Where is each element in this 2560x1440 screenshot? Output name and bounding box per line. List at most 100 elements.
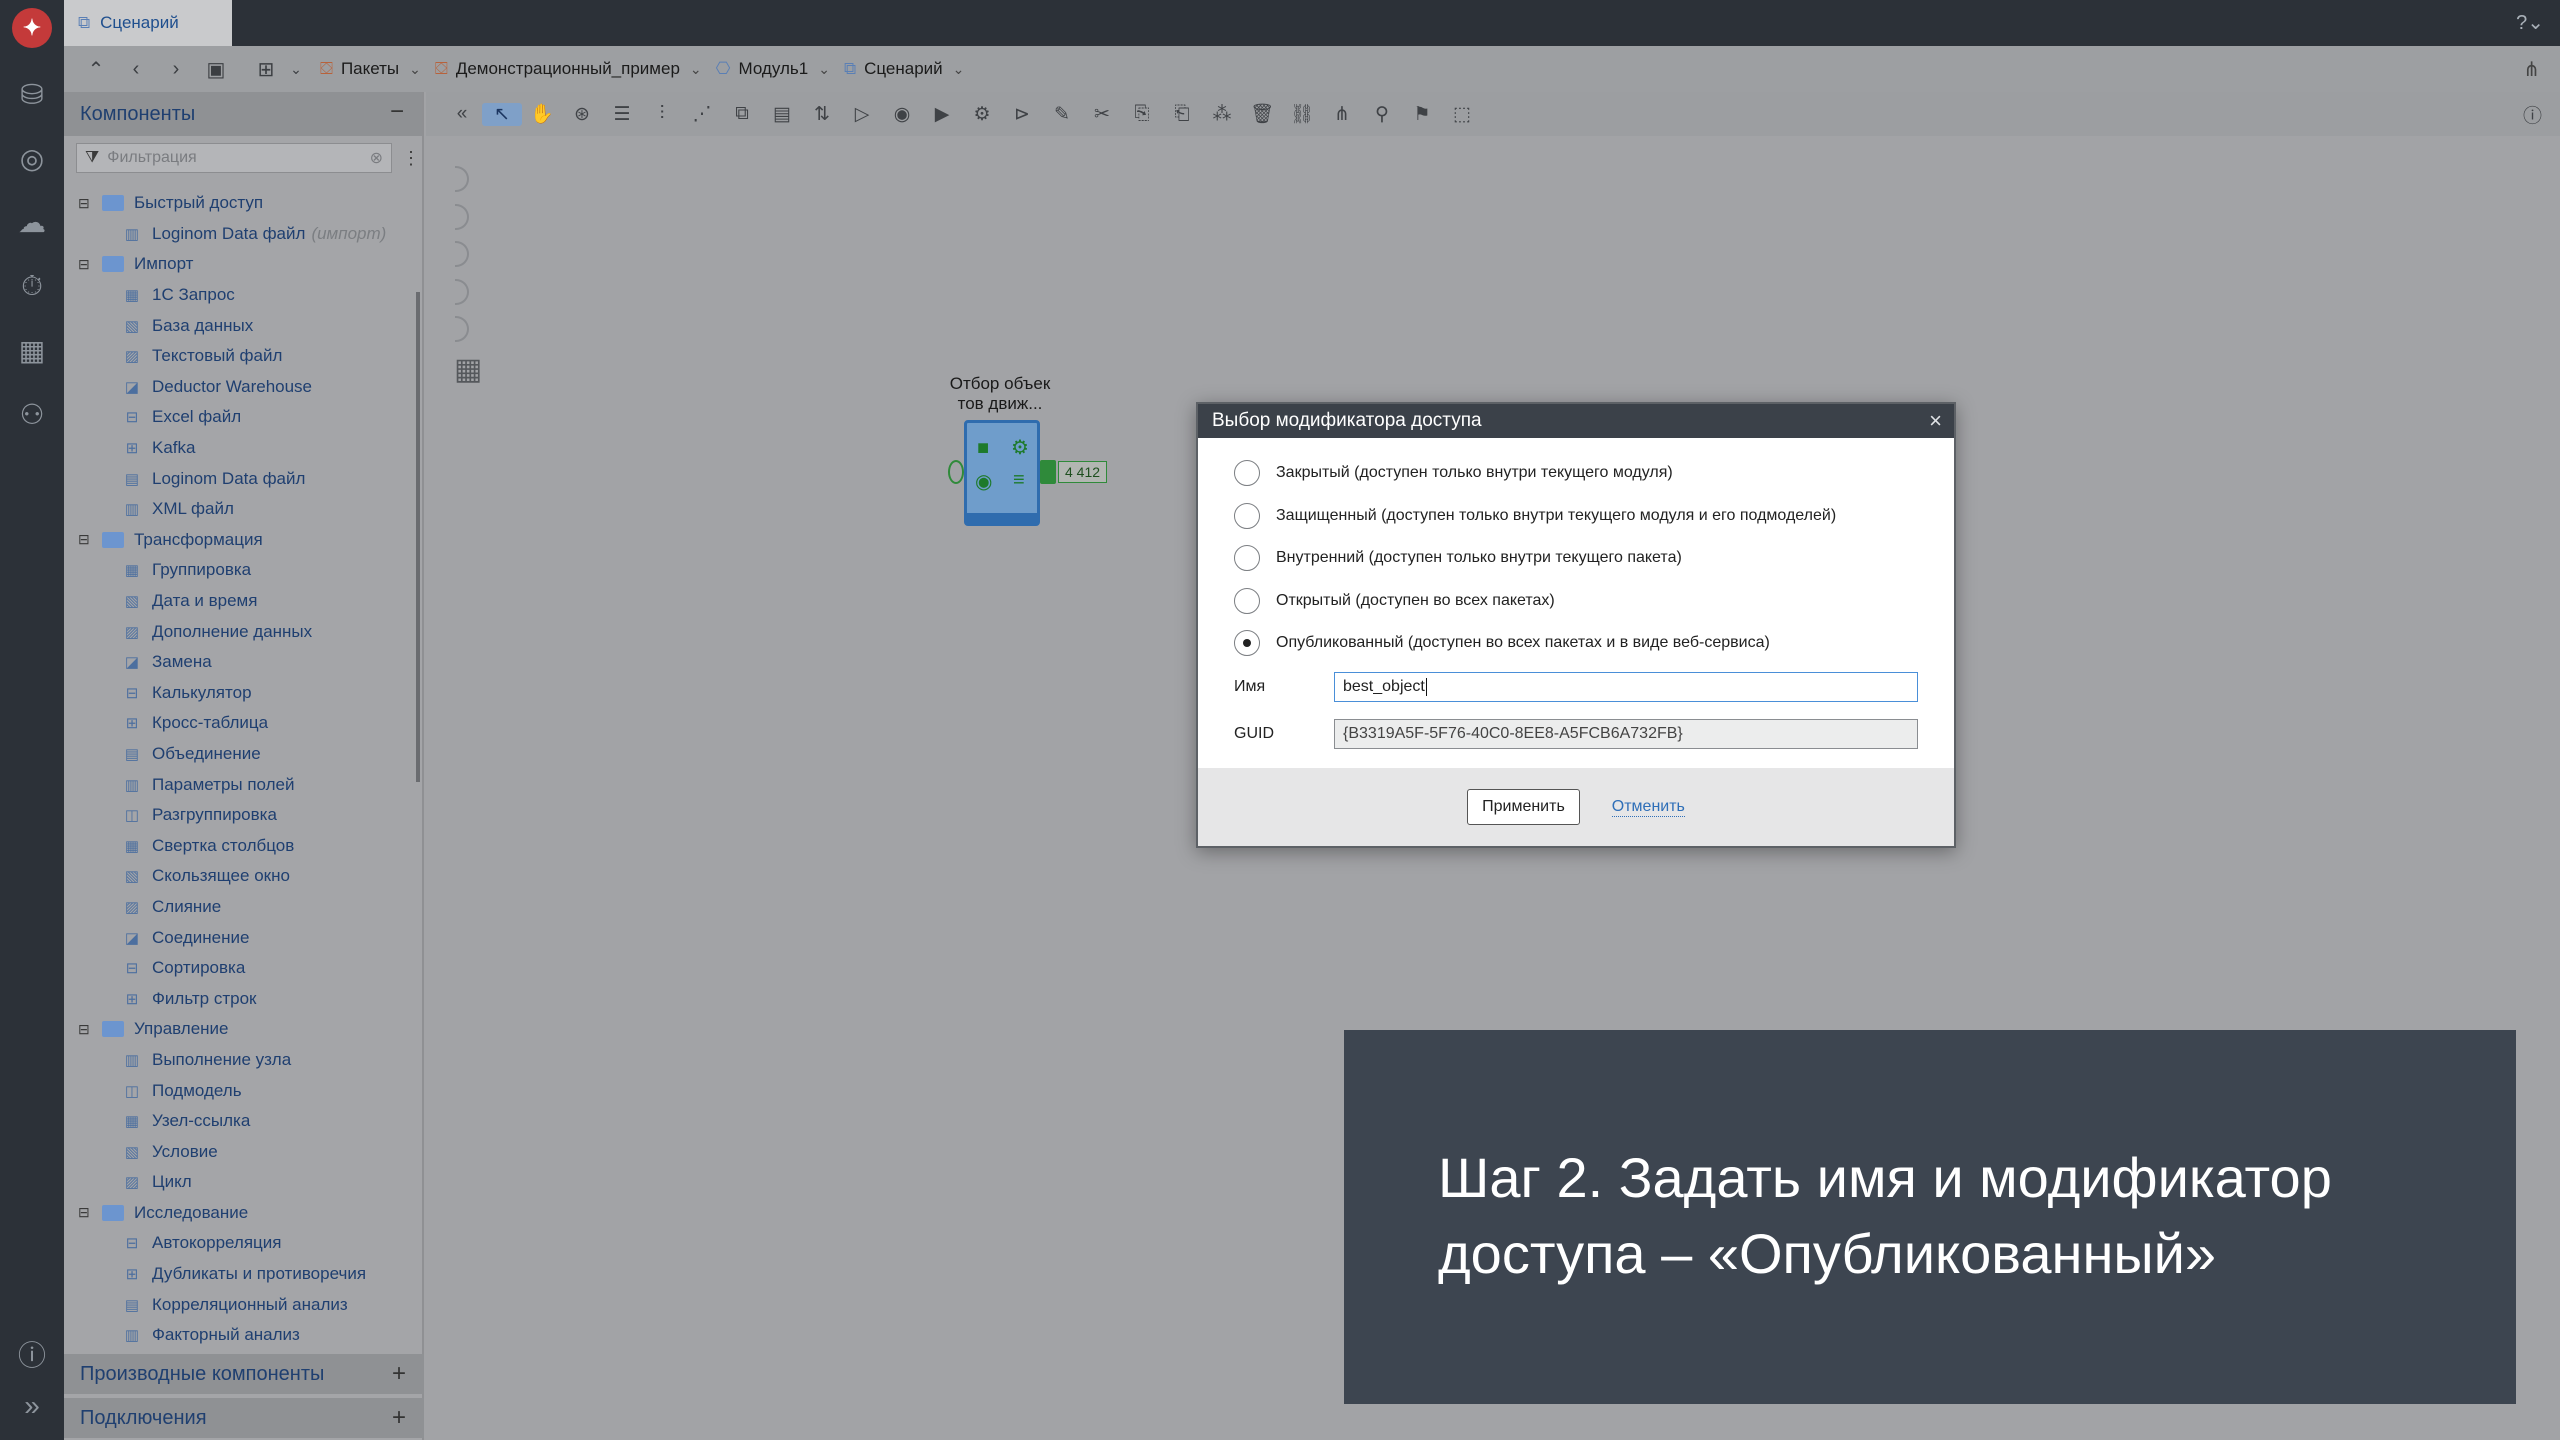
tree-item[interactable]: ⊞ Фильтр строк	[64, 983, 404, 1014]
expand-toggle-icon[interactable]: ⊟	[78, 256, 96, 273]
tree-item[interactable]: ▧ Дата и время	[64, 586, 404, 617]
access-option[interactable]: Внутренний (доступен только внутри текущ…	[1234, 537, 1954, 580]
more-options-icon[interactable]: ⋮	[402, 148, 420, 169]
settings-icon[interactable]: ⚙	[962, 103, 1002, 126]
tree-item[interactable]: ▥ Параметры полей	[64, 769, 404, 800]
access-option[interactable]: Закрытый (доступен только внутри текущег…	[1234, 452, 1954, 495]
branch-icon[interactable]: ⋔	[1322, 103, 1362, 126]
layers-icon[interactable]: ⧉	[722, 103, 762, 125]
tree-item[interactable]: ⊞ Кросс-таблица	[64, 708, 404, 739]
tree-item[interactable]: ⊟ Сортировка	[64, 953, 404, 984]
collapse-panel-icon[interactable]: «	[442, 103, 482, 125]
add-icon[interactable]: +	[392, 1360, 406, 1388]
tree-item[interactable]: ▨ Дополнение данных	[64, 616, 404, 647]
grid-icon[interactable]: ▦	[454, 352, 482, 387]
cut-icon[interactable]: ✂	[1082, 103, 1122, 126]
frame-icon[interactable]: ⬚	[1442, 103, 1482, 126]
tree-item[interactable]: ▨ Цикл	[64, 1167, 404, 1198]
distribute-icon[interactable]: ⋰	[682, 103, 722, 126]
tree-item[interactable]: ⊟ Калькулятор	[64, 678, 404, 709]
hand-tool-icon[interactable]: ✋	[522, 102, 562, 126]
tree-item[interactable]: ▧ Скользящее окно	[64, 861, 404, 892]
tab-scenario[interactable]: ⧉ Сценарий	[64, 0, 232, 46]
tree-item[interactable]: ▤ Объединение	[64, 739, 404, 770]
expand-toggle-icon[interactable]: ⊟	[78, 195, 96, 212]
compass-icon[interactable]: ◎	[14, 140, 50, 176]
radio-button[interactable]	[1234, 630, 1260, 657]
add-icon[interactable]: +	[392, 1404, 406, 1432]
tree-item[interactable]: ▥ XML файл	[64, 494, 404, 525]
access-option[interactable]: Опубликованный (доступен во всех пакетах…	[1234, 622, 1954, 665]
breadcrumb-item-scenario[interactable]: ⧉ Сценарий ⌄	[844, 59, 964, 79]
forward-icon[interactable]: ›	[156, 58, 196, 81]
back-icon[interactable]: ‹	[116, 58, 156, 81]
tree-item[interactable]: ▥ Loginom Data файл (импорт)	[64, 219, 404, 250]
tree-item[interactable]: ◪ Соединение	[64, 922, 404, 953]
share-icon[interactable]: ⋔	[2523, 57, 2540, 82]
tree-scrollbar[interactable]	[416, 292, 420, 782]
filter-input[interactable]: ⧩ Фильтрация ⊗	[76, 143, 392, 173]
cancel-link[interactable]: Отменить	[1611, 798, 1685, 817]
sort-icon[interactable]: ⇅	[802, 103, 842, 126]
step-icon[interactable]: ▷	[842, 103, 882, 126]
breadcrumb-item-package[interactable]: ⛋ Демонстрационный_пример ⌄	[435, 59, 702, 79]
paste-icon[interactable]: ⎗	[1162, 103, 1202, 125]
components-panel-header[interactable]: Компоненты −	[64, 92, 422, 136]
tree-item[interactable]: ▨ Текстовый файл	[64, 341, 404, 372]
table-icon[interactable]: ▦	[14, 332, 50, 368]
radio-button[interactable]	[1234, 502, 1260, 529]
cloud-icon[interactable]: ☁	[14, 204, 50, 240]
link-tool-icon[interactable]: ⊛	[562, 103, 602, 126]
pointer-tool-icon[interactable]: ↖	[482, 102, 522, 126]
tree-item[interactable]: ▥ Факторный анализ	[64, 1320, 404, 1351]
radio-button[interactable]	[1234, 587, 1260, 614]
tree-group[interactable]: ⊟ Трансформация	[64, 525, 404, 556]
tree-item[interactable]: ▥ Выполнение узла	[64, 1045, 404, 1076]
edit-icon[interactable]: ✎	[1042, 103, 1082, 126]
tree-group[interactable]: ⊟ Быстрый доступ	[64, 188, 404, 219]
radio-button[interactable]	[1234, 545, 1260, 572]
tree-item[interactable]: ▧ База данных	[64, 310, 404, 341]
breadcrumb-item-module[interactable]: ⎔ Модуль1 ⌄	[716, 59, 830, 79]
tree-item[interactable]: ▦ Группировка	[64, 555, 404, 586]
app-logo-icon[interactable]: ✦	[12, 8, 52, 48]
info-icon[interactable]: ⓘ	[2523, 101, 2542, 128]
expand-toggle-icon[interactable]: ⊟	[78, 1204, 96, 1221]
close-icon[interactable]: ×	[1929, 408, 1942, 434]
link-icon[interactable]: ⛓	[1282, 102, 1322, 126]
clear-icon[interactable]: ⊗	[370, 148, 383, 168]
tree-item[interactable]: ▤ Loginom Data файл	[64, 463, 404, 494]
tree-item[interactable]: ◫ Подмодель	[64, 1075, 404, 1106]
tree-item[interactable]: ⊟ Excel файл	[64, 402, 404, 433]
save-icon[interactable]: ▣	[196, 57, 236, 82]
user-settings-icon[interactable]: ⚇	[14, 396, 50, 432]
run-icon[interactable]: ⊳	[1002, 103, 1042, 126]
tree-item[interactable]: ▤ Корреляционный анализ	[64, 1289, 404, 1320]
help-icon[interactable]: ?⌄	[2516, 10, 2544, 35]
tree-group[interactable]: ⊟ Управление	[64, 1014, 404, 1045]
tree-item[interactable]: ⊞ Дубликаты и противоречия	[64, 1259, 404, 1290]
chevron-down-icon[interactable]: ⌄	[818, 61, 830, 78]
layout-icon[interactable]: ▤	[762, 103, 802, 126]
chevron-down-icon[interactable]: ⌄	[953, 61, 965, 78]
tree-item[interactable]: ◪ Deductor Warehouse	[64, 372, 404, 403]
chevron-down-icon[interactable]: ⌄	[409, 61, 421, 78]
name-input[interactable]: best_object	[1334, 672, 1918, 702]
run-cursor-icon[interactable]: ▶	[922, 103, 962, 126]
radio-button[interactable]	[1234, 460, 1260, 487]
packages-icon[interactable]: ⛁	[14, 76, 50, 112]
tree-item[interactable]: ▨ Слияние	[64, 892, 404, 923]
pin-icon[interactable]: ⚲	[1362, 103, 1402, 126]
apply-button[interactable]: Применить	[1467, 789, 1580, 825]
flag-icon[interactable]: ⚑	[1402, 103, 1442, 126]
align-icon[interactable]: ⫶	[642, 103, 682, 125]
copy-icon[interactable]: ⎘	[1122, 103, 1162, 125]
target-icon[interactable]: ◉	[882, 103, 922, 126]
tree-group[interactable]: ⊟ Исследование	[64, 1198, 404, 1229]
tree-item[interactable]: ▦ Узел-ссылка	[64, 1106, 404, 1137]
collapse-icon[interactable]: −	[390, 98, 404, 126]
list-tool-icon[interactable]: ☰	[602, 103, 642, 126]
group-icon[interactable]: ⁂	[1202, 103, 1242, 126]
expand-toggle-icon[interactable]: ⊟	[78, 531, 96, 548]
delete-icon[interactable]: 🗑	[1242, 102, 1282, 126]
